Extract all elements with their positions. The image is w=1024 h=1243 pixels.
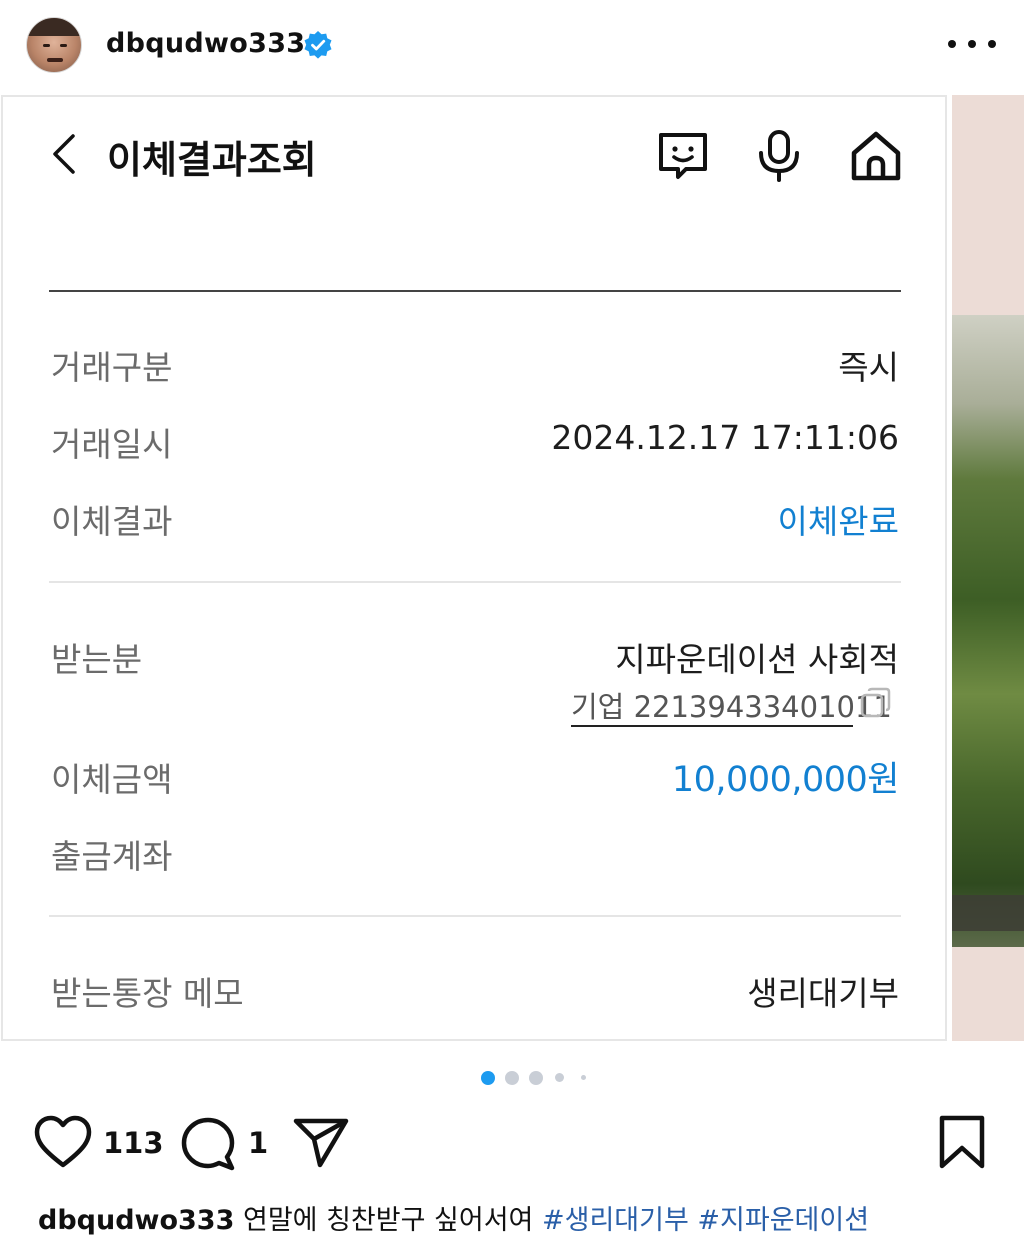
caption-username[interactable]: dbqudwo333 (38, 1205, 234, 1236)
page-title: 이체결과조회 (107, 138, 317, 182)
chatbot-icon[interactable] (656, 129, 710, 183)
row-value-transaction-type: 즉시 (838, 348, 899, 387)
row-label-transaction-type: 거래구분 (51, 348, 173, 387)
row-value-transaction-datetime: 2024.12.17 17:11:06 (551, 418, 899, 457)
avatar-mouth (47, 58, 63, 62)
like-count[interactable]: 113 (103, 1126, 164, 1160)
row-label-amount: 이체금액 (51, 760, 173, 799)
next-image-railing (952, 895, 1024, 931)
comment-count[interactable]: 1 (248, 1126, 268, 1160)
avatar-eye-right (60, 44, 67, 47)
carousel-dot (529, 1071, 543, 1085)
caption-text: 연말에 칭찬받구 싶어서여 (242, 1205, 534, 1236)
chevron-left-icon[interactable] (49, 132, 79, 176)
avatar[interactable] (26, 17, 82, 73)
send-icon[interactable] (292, 1115, 350, 1169)
row-label-memo: 받는통장 메모 (51, 974, 244, 1013)
more-horizontal-icon[interactable] (948, 28, 996, 60)
post-image-banking-screenshot[interactable]: 이체결과조회 거래구분 즉시 거래일시 2024.12.17 17:11:06 … (1, 95, 947, 1041)
home-icon[interactable] (849, 129, 903, 183)
post-username[interactable]: dbqudwo333 (106, 28, 305, 59)
avatar-hair (27, 18, 81, 36)
carousel-dot (555, 1073, 564, 1082)
carousel-dot (505, 1071, 519, 1085)
next-carousel-image-peek[interactable] (952, 95, 1024, 1041)
more-dot (988, 40, 996, 48)
comment-icon[interactable] (180, 1115, 236, 1171)
post-caption: dbqudwo333 연말에 칭찬받구 싶어서여 #생리대기부 #지파운데이션 (38, 1198, 869, 1237)
microphone-icon[interactable] (752, 129, 806, 183)
avatar-eye-left (43, 44, 50, 47)
bookmark-icon[interactable] (936, 1114, 988, 1170)
carousel-dot-active (481, 1071, 495, 1085)
carousel-indicator (0, 1070, 1024, 1086)
row-label-withdraw-account: 출금계좌 (51, 837, 173, 876)
carousel-dot (581, 1075, 586, 1080)
row-label-transfer-result: 이체결과 (51, 502, 173, 541)
row-label-recipient: 받는분 (51, 640, 143, 679)
recipient-account-underline (571, 725, 853, 727)
post-header: dbqudwo333 (0, 0, 1024, 92)
more-dot (948, 40, 956, 48)
heart-icon[interactable] (34, 1115, 92, 1169)
row-value-transfer-result: 이체완료 (777, 502, 899, 541)
row-value-recipient-name: 지파운데이션 사회적 (615, 640, 899, 679)
row-label-transaction-datetime: 거래일시 (51, 425, 173, 464)
row-divider (49, 581, 901, 583)
row-value-memo: 생리대기부 (747, 974, 899, 1013)
section-divider (49, 290, 901, 292)
hashtag-link[interactable]: #생리대기부 (542, 1205, 689, 1236)
row-value-amount: 10,000,000원 (671, 760, 900, 800)
row-divider (49, 915, 901, 917)
copy-icon[interactable] (859, 686, 893, 720)
hashtag-link[interactable]: #지파운데이션 (697, 1205, 869, 1236)
next-image-photo (952, 315, 1024, 947)
more-dot (968, 40, 976, 48)
verified-badge-icon (304, 31, 332, 59)
recipient-account[interactable]: 기업 22139433401011 (571, 684, 892, 726)
